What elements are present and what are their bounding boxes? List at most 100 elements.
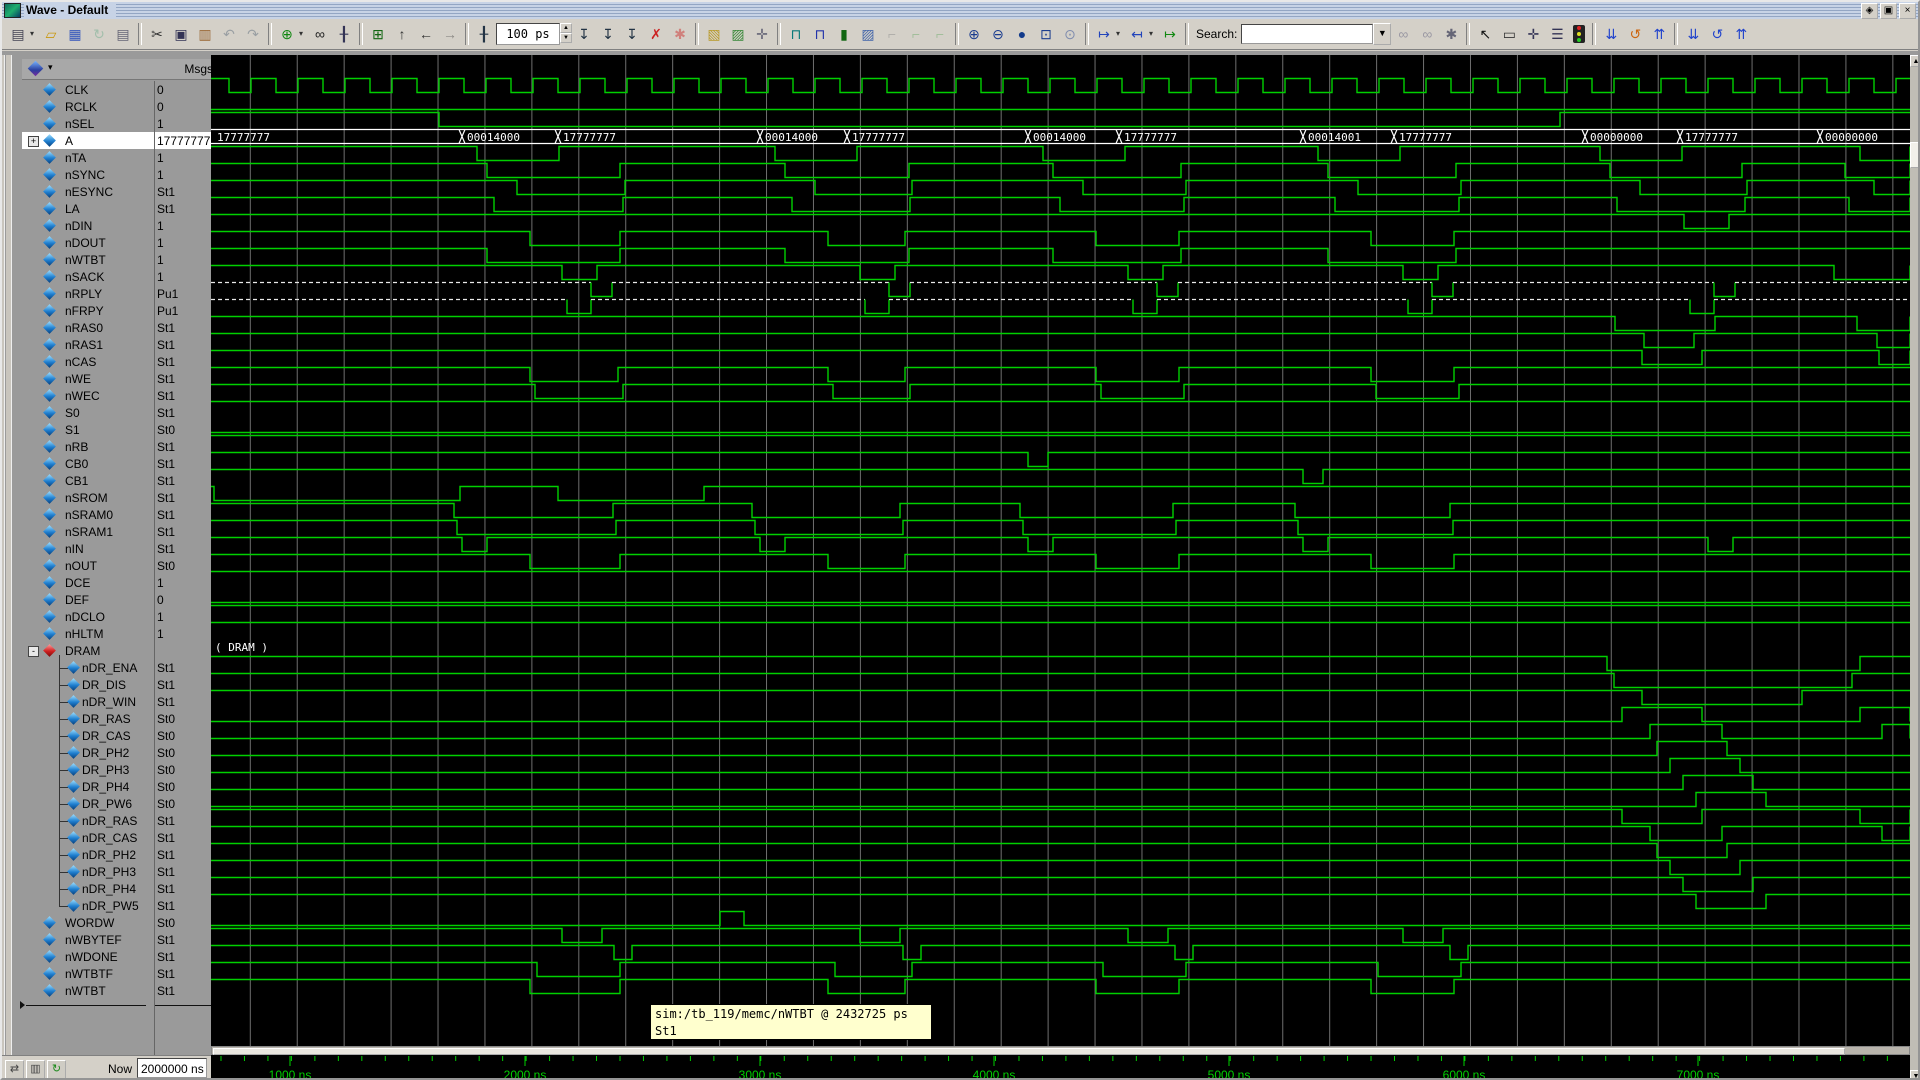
redo-button[interactable]: ↷ [241,22,265,46]
cursor-prev-button[interactable]: ↧ [620,22,644,46]
signal-row-wordw[interactable]: WORDWSt0 [22,914,219,931]
zoom-out-button[interactable]: ⊖ [986,22,1010,46]
left-arrow-button[interactable]: ← [414,22,438,46]
search-reverse-button[interactable]: ∞ [1391,22,1415,46]
virtual-list-button[interactable]: ☰ [1545,22,1569,46]
step-over-button[interactable]: ↺ [1705,22,1729,46]
stop-drawing-button[interactable]: ✱ [668,22,692,46]
prev-transition-dropdown[interactable]: ▾ [1149,23,1158,45]
vertical-scrollbar-thumb[interactable] [1910,142,1920,168]
signal-row-nwec[interactable]: nWECSt1 [22,387,219,404]
signal-row-nsram0[interactable]: nSRAM0St1 [22,506,219,523]
signal-row-nsrom[interactable]: nSROMSt1 [22,489,219,506]
prev-transition-button[interactable]: ↤ [1125,22,1149,46]
signal-row-dce[interactable]: DCE1 [22,574,219,591]
signal-row-nwe[interactable]: nWESt1 [22,370,219,387]
signal-row-nrb[interactable]: nRBSt1 [22,438,219,455]
signal-row-ndr_win[interactable]: nDR_WINSt1 [22,693,219,710]
signal-row-nsram1[interactable]: nSRAM1St1 [22,523,219,540]
edge-rise-button[interactable]: ⌐ [880,22,904,46]
undo-button[interactable]: ↶ [217,22,241,46]
signal-row-la[interactable]: LASt1 [22,200,219,217]
time-step-input[interactable]: 100 ps [496,23,560,45]
refresh-button[interactable]: ↻ [87,22,111,46]
signal-row-ndr_ph3[interactable]: nDR_PH3St1 [22,863,219,880]
copy-button[interactable]: ▣ [169,22,193,46]
zoom-cursor-button[interactable]: ⊙ [1058,22,1082,46]
save-button[interactable]: ▦ [63,22,87,46]
signal-row-a[interactable]: +A17777777 [22,132,219,149]
zoom-range-button[interactable]: ⊡ [1034,22,1058,46]
up-arrow-button[interactable]: ↑ [390,22,414,46]
step-up-button[interactable]: ⇈ [1729,22,1753,46]
horizontal-scrollbar-thumb[interactable] [213,1048,1845,1055]
next-transition-dropdown[interactable]: ▾ [1116,23,1125,45]
signal-row-cb0[interactable]: CB0St1 [22,455,219,472]
delete-cursor-button[interactable]: ✗ [644,22,668,46]
signal-row-nsel[interactable]: nSEL1 [22,115,219,132]
add-dropdown[interactable]: ▾ [299,23,308,45]
expand-icon[interactable]: + [28,136,39,147]
signal-row-cb1[interactable]: CB1St1 [22,472,219,489]
signal-row-ncas[interactable]: nCASSt1 [22,353,219,370]
edge-any-button[interactable]: ⌐ [928,22,952,46]
signal-row-s0[interactable]: S0St1 [22,404,219,421]
search-options-button[interactable]: ✱ [1439,22,1463,46]
signal-row-ndin[interactable]: nDIN1 [22,217,219,234]
signal-row-ndr_ph2[interactable]: nDR_PH2St1 [22,846,219,863]
signal-row-ndr_pw5[interactable]: nDR_PW5St1 [22,897,219,914]
signal-row-ndr_ph4[interactable]: nDR_PH4St1 [22,880,219,897]
zoom-mode-button[interactable]: ▭ [1497,22,1521,46]
signal-row-dr_ph4[interactable]: DR_PH4St0 [22,778,219,795]
select-mode-button[interactable]: ↖ [1473,22,1497,46]
zoom-in-button[interactable]: ⊕ [962,22,986,46]
collapse-icon[interactable]: - [28,646,39,657]
zoom-full-button[interactable]: ● [1010,22,1034,46]
edge-fall-button[interactable]: ⌐ [904,22,928,46]
signal-row-ndr_ras[interactable]: nDR_RASSt1 [22,812,219,829]
signal-row-nwtbt[interactable]: nWTBTSt1 [22,982,219,999]
insert-cursor-button[interactable]: ╂ [472,22,496,46]
column-divider[interactable] [154,81,155,1055]
insertion-pointer[interactable] [22,1005,219,1007]
wave-mode-logic-button[interactable]: ⊓ [808,22,832,46]
new-document-button[interactable]: ▤ [6,22,30,46]
search-dropdown[interactable]: ▼ [1373,23,1391,45]
highlight-green-button[interactable]: ▨ [726,22,750,46]
signal-row-nsync[interactable]: nSYNC1 [22,166,219,183]
wave-hatch-button[interactable]: ▨ [856,22,880,46]
wave-mode-full-button[interactable]: ▮ [832,22,856,46]
signal-row-ndr_cas[interactable]: nDR_CASSt1 [22,829,219,846]
signal-row-nsack[interactable]: nSACK1 [22,268,219,285]
signal-row-nras1[interactable]: nRAS1St1 [22,336,219,353]
print-button[interactable]: ▤ [111,22,135,46]
signal-row-rclk[interactable]: RCLK0 [22,98,219,115]
signal-row-nrply[interactable]: nRPLYPu1 [22,285,219,302]
cut-button[interactable]: ✂ [145,22,169,46]
find-button[interactable]: ∞ [308,22,332,46]
search-forward-button[interactable]: ∞ [1415,22,1439,46]
signal-row-ndout[interactable]: nDOUT1 [22,234,219,251]
cursor-lock-button[interactable]: ↧ [596,22,620,46]
signal-row-nout[interactable]: nOUTSt0 [22,557,219,574]
signal-row-s1[interactable]: S1St0 [22,421,219,438]
signal-row-nras0[interactable]: nRAS0St1 [22,319,219,336]
signal-row-nfrpy[interactable]: nFRPYPu1 [22,302,219,319]
signal-row-dr_dis[interactable]: DR_DISSt1 [22,676,219,693]
signal-row-ndr_ena[interactable]: nDR_ENASt1 [22,659,219,676]
signal-row-dr_ph2[interactable]: DR_PH2St0 [22,744,219,761]
traffic-light-button[interactable] [1573,25,1585,43]
wave-mode-event-button[interactable]: ⊓ [784,22,808,46]
run-up-button[interactable]: ⇈ [1647,22,1671,46]
title-bar[interactable]: Wave - Default ◈ ▣ × [2,2,1918,19]
signal-row-dr_ras[interactable]: DR_RASSt0 [22,710,219,727]
highlight-yellow-button[interactable]: ▧ [702,22,726,46]
horizontal-scrollbar[interactable] [211,1046,1910,1055]
scroll-up-icon[interactable]: ▲ [1910,55,1920,67]
new-dropdown[interactable]: ▾ [30,23,39,45]
signal-row-dr_pw6[interactable]: DR_PW6St0 [22,795,219,812]
signal-row-clk[interactable]: CLK0 [22,81,219,98]
signal-row-dr_cas[interactable]: DR_CASSt0 [22,727,219,744]
signal-row-dr_ph3[interactable]: DR_PH3St0 [22,761,219,778]
add-cursor-button[interactable]: ╂ [332,22,356,46]
